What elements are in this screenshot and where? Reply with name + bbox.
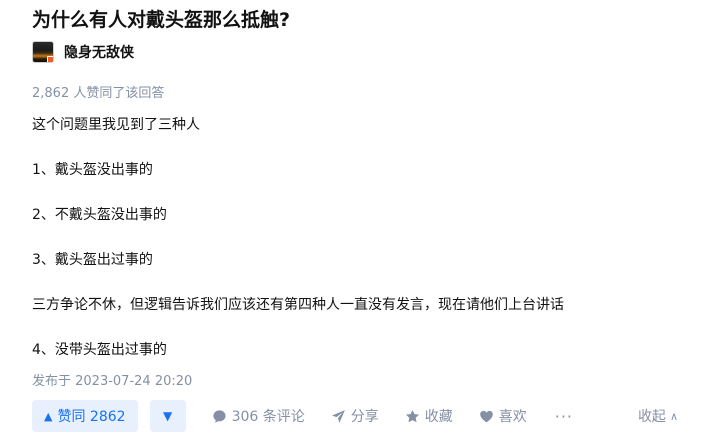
answer-paragraph: 4、没带头盔出过事的 (32, 342, 167, 358)
triangle-up-icon: ▲ (44, 409, 53, 423)
vote-down-button[interactable]: ▼ (149, 400, 186, 432)
triangle-down-icon: ▼ (162, 409, 173, 423)
comment-label: 306 条评论 (231, 409, 305, 425)
answer-paragraph: 三方争论不休，但逻辑告诉我们应该还有第四种人一直没有发言，现在请他们上台讲话 (32, 297, 564, 313)
action-bar: ▲ 赞同 2862 ▼ 306 条评论 分享 收藏 喜欢 ··· 收起 ∧ (32, 400, 692, 432)
favorite-button[interactable]: 收藏 (405, 406, 453, 426)
answer-paragraph: 这个问题里我见到了三种人 (32, 117, 200, 133)
vote-up-label: 赞同 2862 (57, 409, 126, 425)
heart-icon (479, 409, 494, 424)
favorite-label: 收藏 (424, 409, 453, 425)
collapse-button[interactable]: 收起 ∧ (638, 400, 678, 432)
share-label: 分享 (350, 409, 379, 425)
question-title[interactable]: 为什么有人对戴头盔那么抵触? (32, 8, 290, 32)
avatar[interactable] (32, 41, 54, 63)
like-button[interactable]: 喜欢 (479, 406, 527, 426)
collapse-label: 收起 (637, 409, 666, 425)
publish-time: 发布于 2023-07-24 20:20 (32, 374, 193, 389)
answer-paragraph: 3、戴头盔出过事的 (32, 252, 153, 268)
answer-body: 这个问题里我见到了三种人 1、戴头盔没出事的 2、不戴头盔没出事的 3、戴头盔出… (32, 115, 672, 385)
answer-paragraph: 2、不戴头盔没出事的 (32, 207, 167, 223)
share-button[interactable]: 分享 (331, 406, 379, 426)
vote-up-button[interactable]: ▲ 赞同 2862 (32, 400, 138, 432)
share-icon (331, 409, 346, 424)
comment-icon (212, 409, 227, 424)
author-name[interactable]: 隐身无敌侠 (64, 42, 134, 62)
like-label: 喜欢 (498, 409, 527, 425)
vote-summary: 2,862 人赞同了该回答 (32, 86, 165, 101)
more-icon[interactable]: ··· (555, 407, 573, 426)
author-row: 隐身无敌侠 (32, 40, 134, 64)
avatar-badge (47, 56, 53, 62)
chevron-up-icon: ∧ (669, 409, 678, 423)
comment-button[interactable]: 306 条评论 (212, 406, 305, 426)
star-icon (405, 409, 420, 424)
answer-paragraph: 1、戴头盔没出事的 (32, 162, 153, 178)
